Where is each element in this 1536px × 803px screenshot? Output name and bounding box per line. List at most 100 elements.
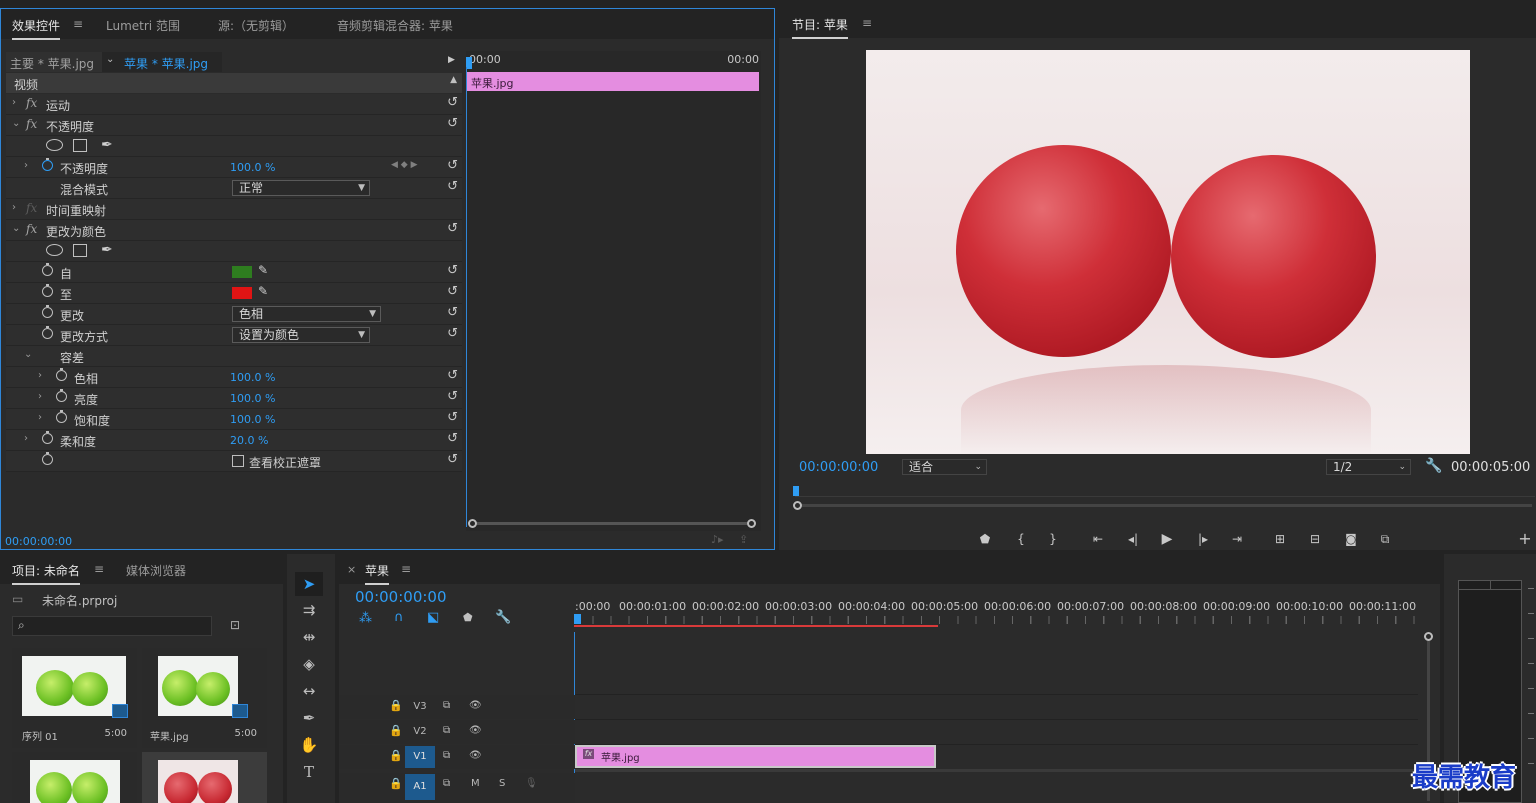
sync-lock-icon[interactable]: ⧉ bbox=[443, 778, 450, 789]
sequence-clip-tab[interactable]: ⌄ 苹果 * 苹果.jpg bbox=[102, 52, 222, 72]
track-target-v1[interactable]: V1 bbox=[405, 746, 435, 768]
program-scrubber[interactable] bbox=[793, 486, 1536, 510]
effect-row-from[interactable]: 自 ✎ ↺ bbox=[6, 262, 462, 283]
change-dropdown[interactable]: 色相 ▼ bbox=[232, 306, 381, 322]
chevron-right-icon[interactable]: › bbox=[12, 97, 16, 108]
sync-lock-icon[interactable]: ⧉ bbox=[443, 725, 450, 736]
sync-lock-icon[interactable]: ⧉ bbox=[443, 700, 450, 711]
reset-icon[interactable]: ↺ bbox=[447, 452, 458, 467]
snap-icon[interactable]: ∩ bbox=[394, 610, 404, 625]
lock-icon[interactable]: 🔒 bbox=[389, 749, 403, 762]
reset-icon[interactable]: ↺ bbox=[447, 263, 458, 278]
effect-controls-time[interactable]: 00:00:00:00 bbox=[5, 535, 72, 548]
resolution-dropdown[interactable]: 1/2 ⌄ bbox=[1326, 459, 1411, 475]
pen-tool-icon[interactable]: ✒ bbox=[295, 706, 323, 730]
add-marker-icon[interactable]: ⬟ bbox=[463, 611, 473, 624]
tab-source[interactable]: 源:（无剪辑） bbox=[218, 17, 294, 34]
chevron-right-icon[interactable]: › bbox=[12, 202, 16, 213]
mute-button[interactable]: M bbox=[471, 778, 480, 789]
tab-project[interactable]: 项目: 未命名 bbox=[12, 562, 80, 585]
stopwatch-icon[interactable] bbox=[42, 431, 53, 444]
blend-mode-dropdown[interactable]: 正常 ▼ bbox=[232, 180, 370, 196]
extract-icon[interactable]: ⊟ bbox=[1305, 529, 1325, 549]
stopwatch-icon[interactable] bbox=[56, 389, 67, 402]
reset-icon[interactable]: ↺ bbox=[447, 410, 458, 425]
stopwatch-icon[interactable] bbox=[56, 368, 67, 381]
hue-value[interactable]: 100.0 % bbox=[230, 371, 275, 384]
export-frame-icon[interactable]: ⇪ bbox=[739, 533, 748, 546]
panel-menu-icon[interactable]: ≡ bbox=[73, 17, 83, 31]
effect-row-to[interactable]: 至 ✎ ↺ bbox=[6, 283, 462, 304]
reset-icon[interactable]: ↺ bbox=[447, 179, 458, 194]
effect-row-view-mask[interactable]: 查看校正遮罩 ↺ bbox=[6, 451, 462, 472]
mark-out-icon[interactable]: } bbox=[1043, 529, 1063, 549]
ellipse-mask-icon[interactable] bbox=[46, 244, 63, 256]
effect-timeline-clip[interactable]: 苹果.jpg bbox=[467, 72, 759, 91]
track-target-a1[interactable]: A1 bbox=[405, 774, 435, 800]
eye-icon[interactable]: 👁 bbox=[469, 725, 482, 736]
from-color-swatch[interactable] bbox=[232, 266, 252, 278]
panel-menu-icon[interactable]: ≡ bbox=[401, 562, 411, 576]
project-item-image[interactable]: 苹果.jpg 5:00 bbox=[142, 648, 267, 748]
mark-in-icon[interactable]: { bbox=[1011, 529, 1031, 549]
type-tool-icon[interactable]: T bbox=[295, 760, 323, 784]
ripple-edit-tool-icon[interactable]: ⇹ bbox=[295, 625, 323, 649]
hand-tool-icon[interactable]: ✋ bbox=[295, 733, 323, 757]
lock-icon[interactable]: 🔒 bbox=[389, 777, 403, 790]
rectangle-mask-icon[interactable] bbox=[73, 139, 87, 152]
effect-row-time-remap[interactable]: › fx 时间重映射 bbox=[6, 199, 462, 220]
track-target-v3[interactable]: V3 bbox=[405, 696, 435, 718]
chevron-right-icon[interactable]: › bbox=[38, 412, 42, 423]
lightness-value[interactable]: 100.0 % bbox=[230, 392, 275, 405]
export-audio-icon[interactable]: ♪▸ bbox=[711, 533, 724, 546]
saturation-value[interactable]: 100.0 % bbox=[230, 413, 275, 426]
reset-icon[interactable]: ↺ bbox=[447, 158, 458, 173]
timeline-playhead[interactable] bbox=[574, 614, 581, 624]
tab-audio-clip-mixer[interactable]: 音频剪辑混合器: 苹果 bbox=[337, 17, 453, 34]
tab-sequence[interactable]: 苹果 bbox=[365, 562, 390, 585]
ellipse-mask-icon[interactable] bbox=[46, 139, 63, 151]
reset-icon[interactable]: ↺ bbox=[447, 221, 458, 236]
program-current-time[interactable]: 00:00:00:00 bbox=[799, 460, 878, 475]
chevron-down-icon[interactable]: ⌄ bbox=[24, 349, 32, 360]
timeline-current-time[interactable]: 00:00:00:00 bbox=[355, 588, 447, 606]
chevron-right-icon[interactable]: › bbox=[24, 433, 28, 444]
razor-tool-icon[interactable]: ◈ bbox=[295, 652, 323, 676]
stopwatch-icon[interactable] bbox=[42, 263, 53, 276]
track-select-tool-icon[interactable]: ⇉ bbox=[295, 598, 323, 622]
effect-timeline-scrollbar[interactable] bbox=[468, 519, 756, 528]
panel-menu-icon[interactable]: ≡ bbox=[94, 562, 104, 576]
play-triangle-icon[interactable]: ▶ bbox=[448, 55, 455, 65]
reset-icon[interactable]: ↺ bbox=[447, 116, 458, 131]
go-to-in-icon[interactable]: ⇤ bbox=[1088, 529, 1108, 549]
view-mask-checkbox[interactable] bbox=[232, 455, 244, 467]
lock-icon[interactable]: 🔒 bbox=[389, 724, 403, 737]
pen-mask-icon[interactable]: ✒ bbox=[101, 137, 113, 153]
chevron-down-icon[interactable]: ⌄ bbox=[12, 223, 20, 234]
rectangle-mask-icon[interactable] bbox=[73, 244, 87, 257]
chevron-right-icon[interactable]: › bbox=[38, 391, 42, 402]
add-button-icon[interactable]: + bbox=[1515, 529, 1535, 549]
project-search-input[interactable]: ⌕ bbox=[12, 616, 212, 636]
tab-lumetri-scopes[interactable]: Lumetri 范围 bbox=[106, 17, 180, 34]
step-forward-icon[interactable]: |▸ bbox=[1193, 529, 1213, 549]
program-video-frame[interactable] bbox=[866, 50, 1470, 454]
tab-program-monitor[interactable]: 节目: 苹果 bbox=[792, 16, 848, 39]
to-color-swatch[interactable] bbox=[232, 287, 252, 299]
reset-icon[interactable]: ↺ bbox=[447, 326, 458, 341]
opacity-value[interactable]: 100.0 % bbox=[230, 161, 275, 174]
stopwatch-icon[interactable] bbox=[42, 284, 53, 297]
effect-row-hue[interactable]: › 色相 100.0 % ↺ bbox=[6, 367, 462, 388]
effect-row-softness[interactable]: › 柔和度 20.0 % ↺ bbox=[6, 430, 462, 451]
reset-icon[interactable]: ↺ bbox=[447, 95, 458, 110]
eyedropper-icon[interactable]: ✎ bbox=[258, 284, 268, 298]
slip-tool-icon[interactable]: ↔ bbox=[295, 679, 323, 703]
effect-row-change-by[interactable]: 更改方式 设置为颜色 ▼ ↺ bbox=[6, 325, 462, 346]
effect-row-motion[interactable]: › fx 运动 ↺ bbox=[6, 94, 462, 115]
comparison-view-icon[interactable]: ⧉ bbox=[1375, 529, 1395, 549]
master-clip-tab[interactable]: 主要 * 苹果.jpg bbox=[6, 52, 102, 72]
wrench-icon[interactable]: 🔧 bbox=[1425, 458, 1442, 474]
lock-icon[interactable]: 🔒 bbox=[389, 699, 403, 712]
project-item-red-apples[interactable] bbox=[142, 752, 267, 803]
reset-icon[interactable]: ↺ bbox=[447, 431, 458, 446]
